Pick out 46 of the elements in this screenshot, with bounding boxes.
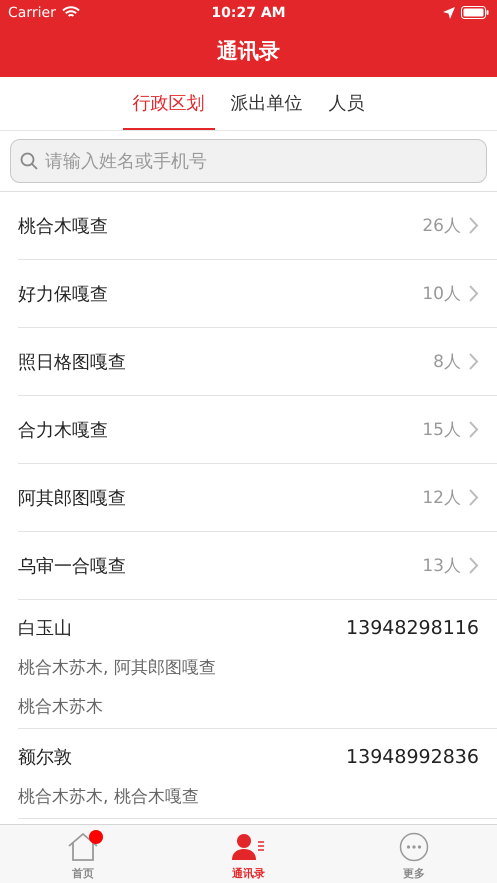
unit-name: 桃合木嘎查 [18, 214, 108, 238]
chevron-icon [469, 353, 479, 370]
unit-name: 好力保嘎查 [18, 282, 108, 306]
page-title: 通讯录 [217, 38, 280, 65]
home-icon [66, 832, 99, 862]
unit-row[interactable]: 阿其郎图嘎查 12人 [18, 464, 497, 532]
unit-row[interactable]: 乌审一合嘎查 13人 [18, 532, 497, 600]
segment-tab[interactable]: 人员 [318, 77, 374, 130]
more-icon [399, 832, 430, 862]
chevron-icon [469, 421, 479, 438]
chevron-icon [469, 557, 479, 574]
member-count: 10人 [422, 283, 461, 305]
affiliation-text: 桃合木苏木, 桃合木嘎查 [18, 786, 200, 808]
chevron-icon [469, 217, 479, 234]
unit-row[interactable]: 合力木嘎查 15人 [18, 396, 497, 464]
person-list-icon [232, 832, 266, 862]
person-name: 额尔敦 [18, 746, 72, 769]
unit-row[interactable]: 照日格图嘎查 8人 [18, 328, 497, 396]
segment-tab[interactable]: 派出单位 [220, 77, 312, 130]
tab-bar-item[interactable]: 通讯录 [166, 825, 332, 883]
phone-number: 13948298116 [346, 617, 479, 639]
person-name: 白玉山 [18, 617, 72, 640]
member-count: 13人 [422, 555, 461, 577]
member-count: 8人 [433, 351, 461, 373]
location-arrow-icon [443, 6, 455, 18]
chevron-icon [469, 285, 479, 302]
battery-icon [461, 6, 489, 19]
wifi-icon [62, 6, 80, 19]
unit-name: 合力木嘎查 [18, 418, 108, 442]
member-count: 15人 [422, 419, 461, 441]
affiliation-text: 桃合木苏木 [18, 696, 104, 718]
search-icon [20, 152, 38, 170]
carrier-label: Carrier [8, 4, 56, 20]
segment-tab[interactable]: 行政区划 [122, 77, 214, 130]
chevron-icon [469, 489, 479, 506]
member-count: 12人 [422, 487, 461, 509]
unit-name: 阿其郎图嘎查 [18, 486, 126, 510]
unit-row[interactable]: 桃合木嘎查 26人 [18, 192, 497, 260]
member-count: 26人 [422, 215, 461, 237]
unit-name: 乌审一合嘎查 [18, 554, 126, 578]
unit-name: 照日格图嘎查 [18, 350, 126, 374]
search-field[interactable]: 请输入姓名或手机号 [10, 139, 487, 183]
time-label: 10:27 AM [211, 4, 286, 20]
phone-number: 13948992836 [346, 746, 479, 768]
affiliation-text: 桃合木苏木, 阿其郎图嘎查 [18, 657, 217, 679]
unit-row[interactable]: 好力保嘎查 10人 [18, 260, 497, 328]
